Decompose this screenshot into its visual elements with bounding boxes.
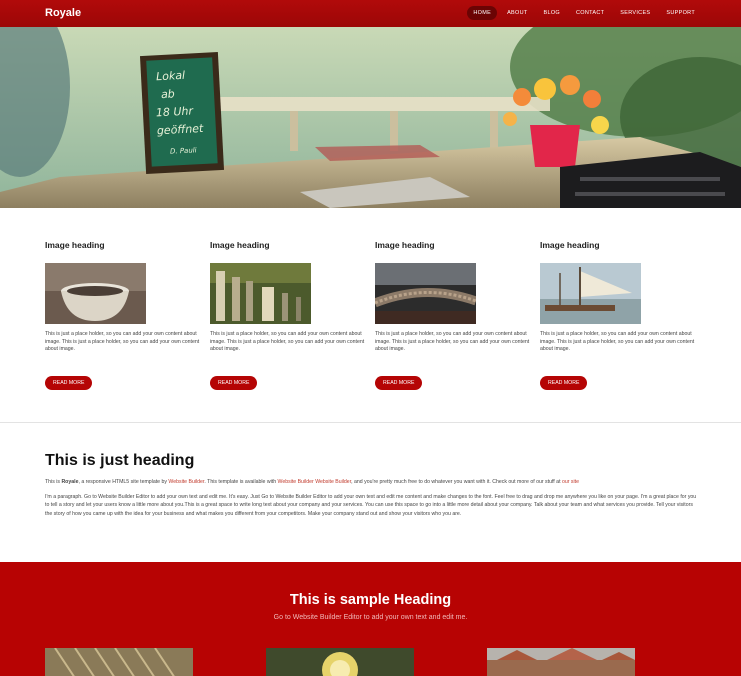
feature-grid: Image heading This is just a place holde… [45,240,705,390]
website-builder-link[interactable]: Website Builder [168,479,204,485]
nav-contact[interactable]: CONTACT [570,6,610,20]
nav-home[interactable]: HOME [467,6,498,20]
highlight-section: This is sample Heading Go to Website Bui… [0,562,741,676]
feature-image-harbor [540,263,641,324]
nav-services[interactable]: SERVICES [614,6,656,20]
intro-prefix: This is [45,479,62,485]
intro-brand: Royale [61,479,79,485]
feature-description: This is just a place holder, so you can … [375,331,530,353]
brand-logo[interactable]: Royale [45,7,81,19]
gallery-image-city [487,648,635,676]
feature-description: This is just a place holder, so you can … [540,331,695,353]
sign-line-4: geöffnet [157,122,205,137]
gallery-image-wood [45,648,193,676]
nav-support[interactable]: SUPPORT [660,6,701,20]
feature-heading: Image heading [375,240,435,250]
feature-card: Image heading This is just a place holde… [45,240,210,390]
feature-description: This is just a place holder, so you can … [45,331,200,353]
sample-subheading: Go to Website Builder Editor to add your… [273,614,468,621]
feature-card: Image heading This is just a place holde… [373,240,540,390]
read-more-button[interactable]: READ MORE [375,376,423,390]
feature-card: Image heading This is just a place holde… [540,240,705,390]
nav-about[interactable]: ABOUT [501,6,533,20]
body-paragraph: I'm a paragraph. Go to Website Builder E… [45,494,697,517]
intro-text: This is Royale, a responsive HTML5 site … [45,479,700,486]
feature-description: This is just a place holder, so you can … [210,331,365,353]
gallery-image-light [266,648,414,676]
feature-heading: Image heading [540,240,600,250]
intro-mid: , a responsive HTML5 site template by [78,479,169,485]
read-more-button[interactable]: READ MORE [210,376,258,390]
section-divider [0,422,741,423]
about-section: This is just heading This is Royale, a r… [45,452,700,518]
section-heading: This is just heading [45,452,195,469]
feature-image-posts [210,263,311,324]
sign-line-5: D. Pauli [170,146,197,155]
sign-line-3: 18 Uhr [156,104,195,119]
read-more-button[interactable]: READ MORE [540,376,588,390]
feature-heading: Image heading [45,240,105,250]
feature-card: Image heading This is just a place holde… [210,240,375,390]
intro-mid3: , and you're pretty much free to do what… [351,479,562,485]
sample-heading: This is sample Heading [289,592,452,608]
feature-heading: Image heading [210,240,270,250]
hero-cafe-illustration: Lokal ab 18 Uhr geöffnet D. Pauli [0,27,741,208]
feature-image-bowl [45,263,146,324]
hero-banner: Lokal ab 18 Uhr geöffnet D. Pauli [0,27,741,208]
sign-line-2: ab [161,87,175,101]
intro-mid2: . This template is available with [204,479,278,485]
main-nav: HOME ABOUT BLOG CONTACT SERVICES SUPPORT [467,6,701,20]
website-builder-link-2[interactable]: Website Builder Website Builder [278,479,352,485]
our-site-link[interactable]: our site [562,479,579,485]
read-more-button[interactable]: READ MORE [45,376,93,390]
feature-image-rope [373,263,478,324]
nav-blog[interactable]: BLOG [538,6,566,20]
sign-line-1: Lokal [156,69,186,84]
top-navbar: Royale HOME ABOUT BLOG CONTACT SERVICES … [0,0,741,27]
